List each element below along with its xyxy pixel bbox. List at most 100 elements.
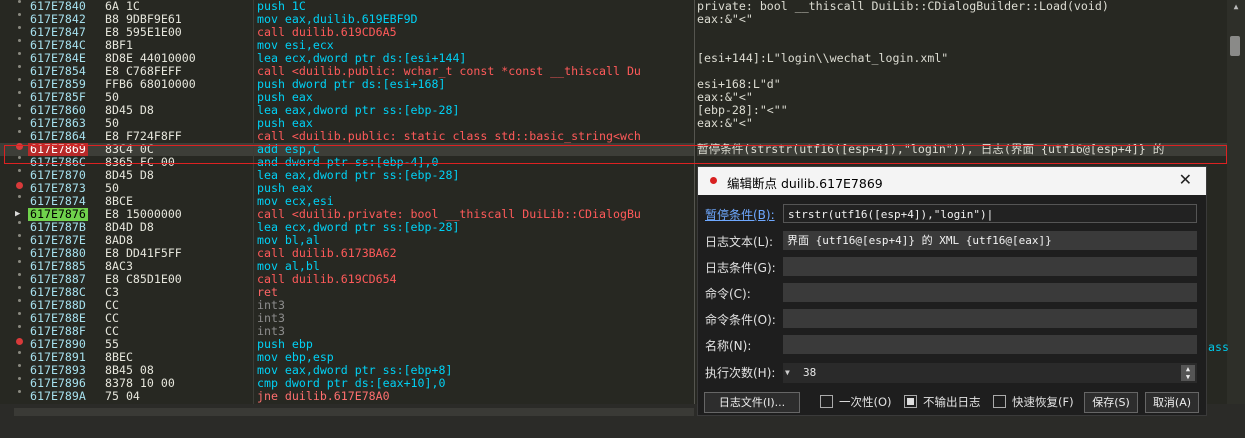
hit-count-stepper[interactable]: ▼ 38 ▲ ▼: [783, 363, 1197, 383]
gutter-dot-icon[interactable]: [18, 26, 21, 29]
gutter[interactable]: [0, 65, 28, 78]
disasm-row[interactable]: 617E7896 8378 10 00 cmp dword ptr ds:[eax+…: [0, 377, 694, 390]
disasm-row[interactable]: 617E7891 8BEC mov ebp,esp: [0, 351, 694, 364]
gutter[interactable]: [0, 91, 28, 104]
disasm-row[interactable]: 617E7860 8D45 D8 lea eax,dword ptr ss:[ebp…: [0, 104, 694, 117]
gutter[interactable]: [0, 325, 28, 338]
gutter[interactable]: [0, 156, 28, 169]
gutter-dot-icon[interactable]: [18, 52, 21, 55]
gutter-dot-icon[interactable]: [18, 169, 21, 172]
gutter[interactable]: [0, 143, 28, 156]
dialog-titlebar[interactable]: 编辑断点 duilib.617E7869 ✕: [698, 167, 1206, 195]
gutter[interactable]: [0, 26, 28, 39]
field-input[interactable]: [783, 309, 1197, 328]
gutter-dot-icon[interactable]: [18, 39, 21, 42]
gutter[interactable]: [0, 390, 28, 403]
gutter-dot-icon[interactable]: [18, 260, 21, 263]
disasm-row[interactable]: 617E785F 50 push eax: [0, 91, 694, 104]
disasm-row[interactable]: 617E7885 8AC3 mov al,bl: [0, 260, 694, 273]
disasm-row[interactable]: 617E7847 E8 595E1E00 call duilib.619CD6A5: [0, 26, 694, 39]
gutter-dot-icon[interactable]: [18, 13, 21, 16]
disasm-row[interactable]: 617E7859 FFB6 68010000 push dword ptr ds:[…: [0, 78, 694, 91]
gutter-dot-icon[interactable]: [18, 117, 21, 120]
gutter-dot-icon[interactable]: [18, 390, 21, 393]
close-icon[interactable]: ✕: [1179, 170, 1192, 189]
disasm-row[interactable]: 617E7863 50 push eax: [0, 117, 694, 130]
disasm-row[interactable]: 617E788D CC int3: [0, 299, 694, 312]
gutter-dot-icon[interactable]: [18, 325, 21, 328]
disasm-row[interactable]: 617E7893 8B45 08 mov eax,dword ptr ss:[ebp…: [0, 364, 694, 377]
cancel-button[interactable]: 取消(A): [1145, 392, 1199, 413]
log-file-button[interactable]: 日志文件(I)...: [704, 392, 800, 413]
silent-checkbox[interactable]: [904, 395, 917, 408]
disasm-row[interactable]: 617E7874 8BCE mov ecx,esi: [0, 195, 694, 208]
disasm-row[interactable]: 617E784C 8BF1 mov esi,ecx: [0, 39, 694, 52]
vertical-scrollbar[interactable]: ▲: [1227, 0, 1245, 404]
disasm-row[interactable]: 617E788F CC int3: [0, 325, 694, 338]
gutter[interactable]: [0, 13, 28, 26]
fast-resume-checkbox[interactable]: [993, 395, 1006, 408]
gutter[interactable]: [0, 104, 28, 117]
gutter-dot-icon[interactable]: [18, 351, 21, 354]
field-input[interactable]: strstr(utf16([esp+4]),"login")|: [783, 204, 1197, 223]
disasm-row[interactable]: 617E7887 E8 C85D1E00 call duilib.619CD654: [0, 273, 694, 286]
disasm-row[interactable]: 617E7864 E8 F724F8FF call <duilib.public: …: [0, 130, 694, 143]
disasm-row[interactable]: 617E7869 83C4 0C add esp,C: [0, 143, 694, 156]
current-ip-arrow-icon[interactable]: ▶: [15, 208, 20, 221]
gutter[interactable]: [0, 338, 28, 351]
gutter[interactable]: [0, 195, 28, 208]
disasm-row[interactable]: 617E788E CC int3: [0, 312, 694, 325]
gutter[interactable]: [0, 364, 28, 377]
gutter[interactable]: [0, 78, 28, 91]
disasm-row[interactable]: 617E7854 E8 C768FEFF call <duilib.public: …: [0, 65, 694, 78]
gutter-dot-icon[interactable]: [18, 130, 21, 133]
scrollbar-thumb[interactable]: [1230, 36, 1240, 56]
gutter[interactable]: [0, 234, 28, 247]
gutter-dot-icon[interactable]: [18, 221, 21, 224]
gutter[interactable]: [0, 169, 28, 182]
gutter[interactable]: [0, 247, 28, 260]
gutter-dot-icon[interactable]: [18, 104, 21, 107]
disassembly-pane[interactable]: 617E7840 6A 1C push 1C 617E7842 B8 9DBF9E61 m…: [0, 0, 694, 404]
gutter-dot-icon[interactable]: [18, 364, 21, 367]
disasm-row[interactable]: 617E789A 75 04 jne duilib.617E78A0: [0, 390, 694, 403]
gutter[interactable]: [0, 377, 28, 390]
gutter[interactable]: [0, 299, 28, 312]
gutter[interactable]: [0, 182, 28, 195]
scrollbar-track[interactable]: [14, 408, 694, 416]
gutter-dot-icon[interactable]: [18, 65, 21, 68]
disasm-row[interactable]: 617E7873 50 push eax: [0, 182, 694, 195]
gutter-dot-icon[interactable]: [18, 377, 21, 380]
scroll-up-icon[interactable]: ▲: [1227, 0, 1245, 14]
once-checkbox[interactable]: [820, 395, 833, 408]
gutter[interactable]: [0, 221, 28, 234]
breakpoint-icon[interactable]: [16, 182, 23, 189]
gutter-dot-icon[interactable]: [18, 286, 21, 289]
dropdown-arrow-icon[interactable]: ▼: [785, 363, 797, 383]
field-input[interactable]: 界面 {utf16@[esp+4]} 的 XML {utf16@[eax]}: [783, 231, 1197, 250]
gutter[interactable]: [0, 273, 28, 286]
edit-breakpoint-dialog[interactable]: 编辑断点 duilib.617E7869 ✕ 暂停条件(B): strstr(ut…: [697, 166, 1207, 416]
disasm-row[interactable]: 617E7870 8D45 D8 lea eax,dword ptr ss:[ebp…: [0, 169, 694, 182]
gutter[interactable]: [0, 117, 28, 130]
save-button[interactable]: 保存(S): [1084, 392, 1138, 413]
gutter[interactable]: [0, 0, 28, 13]
disasm-row[interactable]: ▶ 617E7876 E8 15000000 call <duilib.private…: [0, 208, 694, 221]
gutter-dot-icon[interactable]: [18, 78, 21, 81]
disasm-row[interactable]: 617E787B 8D4D D8 lea ecx,dword ptr ss:[ebp…: [0, 221, 694, 234]
field-input[interactable]: [783, 335, 1197, 354]
gutter[interactable]: [0, 52, 28, 65]
gutter-dot-icon[interactable]: [18, 195, 21, 198]
disasm-row[interactable]: 617E786C 8365 FC 00 and dword ptr ss:[ebp-…: [0, 156, 694, 169]
gutter-dot-icon[interactable]: [18, 234, 21, 237]
breakpoint-icon[interactable]: [16, 338, 23, 345]
gutter-dot-icon[interactable]: [18, 312, 21, 315]
field-input[interactable]: [783, 257, 1197, 276]
disasm-row[interactable]: 617E784E 8D8E 44010000 lea ecx,dword ptr d…: [0, 52, 694, 65]
gutter[interactable]: [0, 39, 28, 52]
breakpoint-icon[interactable]: [16, 143, 23, 150]
gutter[interactable]: [0, 260, 28, 273]
disasm-row[interactable]: 617E788C C3 ret: [0, 286, 694, 299]
gutter-dot-icon[interactable]: [18, 273, 21, 276]
gutter-dot-icon[interactable]: [18, 0, 21, 3]
